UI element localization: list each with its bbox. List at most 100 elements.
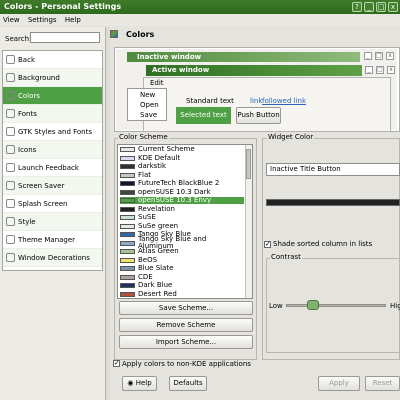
scheme-item[interactable]: Dark Blue	[120, 282, 244, 289]
scheme-name: Desert Red	[138, 289, 177, 298]
sidebar-item-style[interactable]: Style	[3, 213, 102, 231]
scheme-item[interactable]: Blue Slate	[120, 265, 244, 272]
colors-icon	[110, 30, 118, 38]
scheme-item[interactable]: Revelation	[120, 205, 244, 213]
scheme-swatch	[120, 240, 135, 246]
apply-nonkde-checkbox[interactable]: ✓	[113, 360, 120, 367]
theme-icon	[6, 235, 15, 244]
maximize-icon: □	[375, 52, 383, 60]
sidebar-item-gtk-styles-and-fonts[interactable]: GTK Styles and Fonts	[3, 123, 102, 141]
preview-menu-item: New	[140, 91, 156, 99]
widget-color-button[interactable]	[266, 199, 400, 206]
scheme-name: Flat	[138, 170, 152, 179]
menu-settings[interactable]: Settings	[25, 14, 60, 26]
scheme-swatch	[120, 181, 135, 186]
scheme-name: SuSe green	[138, 221, 179, 230]
back-icon	[6, 55, 15, 64]
widget-select[interactable]: Inactive Title Button	[266, 163, 400, 176]
scheme-item[interactable]: SuSE	[120, 214, 244, 221]
colors-icon	[6, 91, 15, 100]
sidebar-item-label: Style	[18, 217, 36, 226]
import-scheme-button[interactable]: Import Scheme...	[119, 335, 253, 349]
scheme-name: openSUSE 10.3 Dark	[138, 187, 211, 196]
sidebar-item-launch-feedback[interactable]: Launch Feedback	[3, 159, 102, 177]
minimize-icon[interactable]: _	[364, 2, 374, 12]
splitter-handle[interactable]	[106, 27, 110, 400]
screensaver-icon	[6, 181, 15, 190]
sidebar-item-window-decorations[interactable]: Window Decorations	[3, 249, 102, 267]
minimize-icon: _	[365, 66, 373, 74]
sidebar-item-screen-saver[interactable]: Screen Saver	[3, 177, 102, 195]
preview-link: link	[250, 97, 263, 105]
sidebar-item-label: Window Decorations	[18, 253, 90, 262]
help-button[interactable]: ◉ Help	[122, 376, 157, 391]
scheme-item[interactable]: KDE Default	[120, 154, 244, 162]
scheme-item[interactable]: Flat	[120, 170, 244, 179]
scheme-item[interactable]: Atlas Green	[120, 248, 244, 255]
scheme-item[interactable]: Desert Red	[120, 289, 244, 298]
apply-nonkde-label: Apply colors to non-KDE applications	[122, 360, 251, 368]
sidebar-item-label: Fonts	[18, 109, 37, 118]
scheme-scrollbar-thumb[interactable]	[246, 149, 251, 179]
active-window-controls: _ □ x	[365, 66, 395, 74]
help-icon[interactable]: ?	[352, 2, 362, 12]
apply-button[interactable]: Apply	[318, 376, 360, 391]
scheme-item[interactable]: SuSe green	[120, 221, 244, 230]
splash-icon	[6, 199, 15, 208]
preview-push-button: Push Button	[236, 107, 281, 124]
scheme-name: CDE	[138, 272, 153, 281]
scheme-item[interactable]: openSUSE 10.3 Envy	[120, 197, 244, 204]
sidebar-item-icons[interactable]: Icons	[3, 141, 102, 159]
search-label: Search:	[5, 35, 32, 43]
color-scheme-list: Current Scheme KDE Default darkstik Flat Fut…	[117, 144, 253, 299]
scheme-item[interactable]: openSUSE 10.3 Dark	[120, 187, 244, 196]
contrast-label: Contrast	[270, 253, 302, 261]
active-window-titlebar: Active window	[146, 65, 362, 76]
preview-menu-edit: Edit	[150, 79, 164, 87]
sidebar-item-background[interactable]: Background	[3, 69, 102, 87]
shade-sorted-label: Shade sorted column in lists	[273, 240, 373, 248]
save-scheme-button[interactable]: Save Scheme...	[119, 301, 253, 315]
menu-view[interactable]: View	[0, 14, 23, 26]
remove-scheme-button[interactable]: Remove Scheme	[119, 318, 253, 332]
preview-popup-menu: New Open Save	[127, 88, 167, 121]
maximize-icon[interactable]: □	[376, 2, 386, 12]
sidebar-item-back[interactable]: Back	[3, 51, 102, 69]
scheme-swatch	[120, 147, 135, 152]
defaults-button[interactable]: Defaults	[169, 376, 207, 391]
icons-icon	[6, 145, 15, 154]
scheme-item[interactable]: FutureTech BlackBlue 2	[120, 180, 244, 187]
scheme-swatch	[120, 164, 135, 169]
inactive-window-titlebar: Inactive window	[127, 52, 360, 62]
scheme-item[interactable]: darkstik	[120, 163, 244, 170]
search-input[interactable]	[30, 32, 100, 43]
scheme-name: FutureTech BlackBlue 2	[138, 179, 220, 187]
maximize-icon: □	[376, 66, 384, 74]
scheme-swatch	[120, 266, 135, 271]
sidebar-item-fonts[interactable]: Fonts	[3, 105, 102, 123]
sidebar-item-colors[interactable]: Colors	[3, 87, 102, 105]
scheme-item[interactable]: BeOS	[120, 256, 244, 264]
sidebar-list: Back Background Colors Fonts GTK Styles and …	[2, 50, 103, 271]
contrast-slider-handle[interactable]	[307, 300, 319, 310]
scheme-swatch	[120, 206, 135, 212]
sidebar-item-theme-manager[interactable]: Theme Manager	[3, 231, 102, 249]
scheme-item[interactable]: Tango Sky Blue and Aluminum	[120, 236, 244, 250]
close-icon[interactable]: x	[388, 2, 398, 12]
scheme-item[interactable]: Current Scheme	[120, 146, 244, 153]
contrast-slider-track[interactable]	[286, 304, 386, 307]
help-icon: ◉	[127, 379, 136, 387]
preview-standard-text: Standard text	[186, 97, 234, 105]
background-icon	[6, 73, 15, 82]
scheme-swatch	[120, 189, 135, 195]
close-icon: x	[386, 52, 394, 60]
scheme-name: Atlas Green	[138, 247, 179, 255]
scheme-name: darkstik	[138, 162, 167, 170]
menu-help[interactable]: Help	[62, 14, 84, 26]
reset-button[interactable]: Reset	[365, 376, 400, 391]
shade-sorted-checkbox[interactable]: ✓	[264, 241, 271, 248]
sidebar-item-splash-screen[interactable]: Splash Screen	[3, 195, 102, 213]
sidebar-item-label: Screen Saver	[18, 181, 65, 190]
scheme-item[interactable]: CDE	[120, 272, 244, 281]
fonts-icon	[6, 109, 15, 118]
